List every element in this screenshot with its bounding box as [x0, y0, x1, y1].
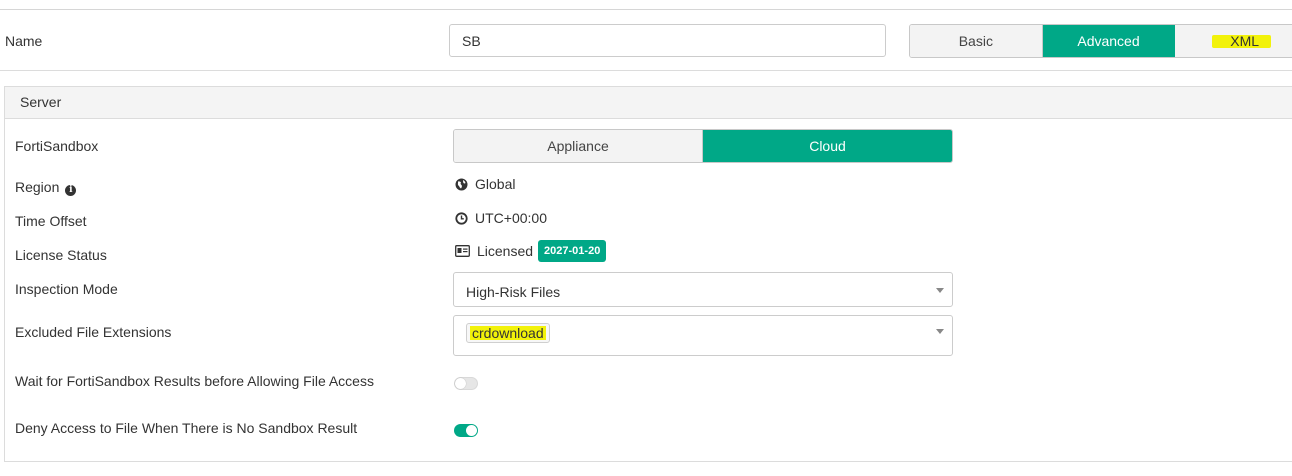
inspection-mode-select[interactable]: High-Risk Files [453, 272, 953, 307]
deny-access-label: Deny Access to File When There is No San… [15, 420, 358, 436]
wait-for-results-toggle[interactable] [454, 377, 478, 390]
excluded-extensions-label: Excluded File Extensions [15, 324, 172, 340]
extension-tag-label: crdownload [470, 325, 546, 341]
region-label: Region [15, 179, 60, 195]
extension-tag[interactable]: crdownload [466, 323, 550, 343]
inspection-mode-value: High-Risk Files [466, 284, 561, 300]
divider [0, 9, 1292, 10]
globe-icon [455, 178, 468, 191]
mode-tabs: Basic Advanced XML [909, 24, 1292, 58]
clock-icon [455, 211, 468, 225]
id-card-icon [455, 245, 470, 257]
toggle-knob [466, 425, 477, 436]
server-panel-header: Server [5, 87, 1292, 119]
license-status-value: Licensed [477, 243, 534, 259]
page: Name Basic Advanced XML Server FortiSand… [0, 0, 1292, 476]
name-input[interactable] [449, 24, 886, 57]
chevron-down-icon [936, 287, 944, 293]
inspection-mode-label: Inspection Mode [15, 281, 118, 297]
time-offset-value: UTC+00:00 [475, 210, 547, 226]
region-value: Global [475, 176, 516, 192]
divider [0, 70, 1292, 71]
time-offset-label: Time Offset [15, 213, 87, 229]
fortisandbox-toggle: Appliance Cloud [453, 129, 953, 163]
fortisandbox-label: FortiSandbox [15, 138, 99, 154]
license-expiry-badge: 2027-01-20 [538, 240, 607, 262]
tab-xml-label: XML [1212, 34, 1272, 48]
region-label-row: Region i [15, 179, 77, 196]
time-offset-value-row: UTC+00:00 [455, 210, 547, 226]
excluded-extensions-select[interactable]: crdownload [453, 315, 953, 356]
cloud-option[interactable]: Cloud [703, 130, 952, 162]
deny-access-toggle[interactable] [454, 424, 478, 437]
region-value-row: Global [455, 176, 515, 192]
license-status-value-row: Licensed 2027-01-20 [455, 240, 607, 262]
tab-xml[interactable]: XML [1175, 25, 1292, 57]
toggle-knob [455, 378, 466, 389]
tab-advanced[interactable]: Advanced [1042, 25, 1176, 57]
wait-for-results-label: Wait for FortiSandbox Results before All… [15, 373, 374, 389]
appliance-option[interactable]: Appliance [454, 130, 703, 162]
chevron-down-icon [936, 328, 944, 334]
license-status-label: License Status [15, 247, 107, 263]
tab-basic[interactable]: Basic [910, 25, 1043, 57]
info-circle-icon[interactable]: i [65, 185, 77, 196]
name-label: Name [5, 33, 43, 49]
